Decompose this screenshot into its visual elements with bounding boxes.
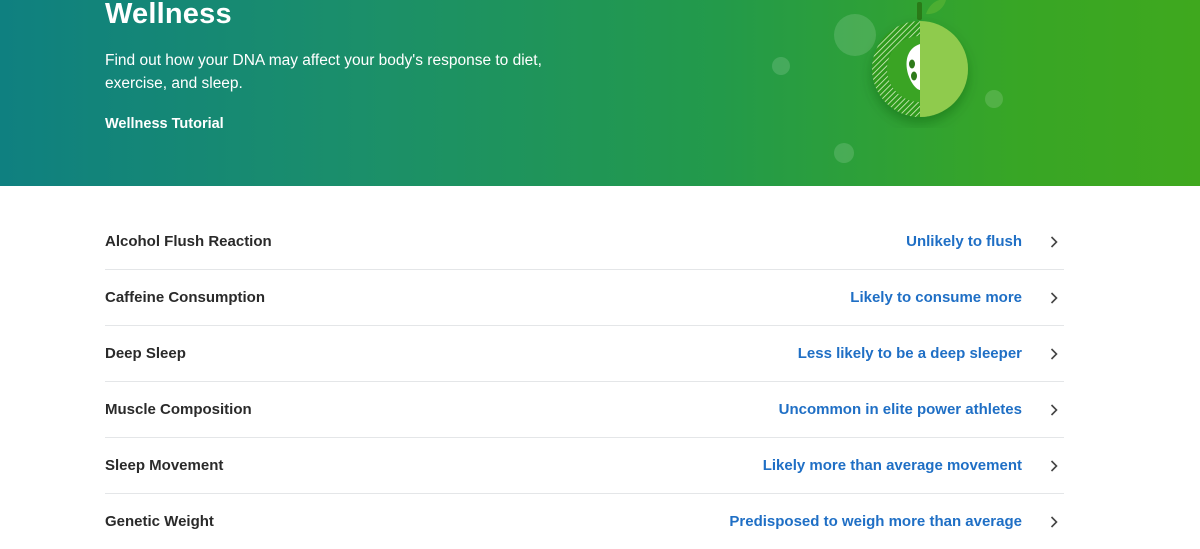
report-label: Deep Sleep <box>105 345 186 362</box>
report-result[interactable]: Likely to consume more <box>850 289 1022 306</box>
report-label: Alcohol Flush Reaction <box>105 233 272 250</box>
report-row-alcohol-flush[interactable]: Alcohol Flush Reaction Unlikely to flush <box>105 214 1064 270</box>
hero-banner: Wellness Find out how your DNA may affec… <box>0 0 1200 186</box>
report-row-muscle-composition[interactable]: Muscle Composition Uncommon in elite pow… <box>105 382 1064 438</box>
report-result[interactable]: Uncommon in elite power athletes <box>779 401 1022 418</box>
report-result[interactable]: Likely more than average movement <box>763 457 1022 474</box>
report-label: Caffeine Consumption <box>105 289 265 306</box>
wellness-tutorial-link[interactable]: Wellness Tutorial <box>105 116 224 132</box>
report-row-sleep-movement[interactable]: Sleep Movement Likely more than average … <box>105 438 1064 494</box>
chevron-right-icon <box>1050 291 1058 304</box>
report-label: Genetic Weight <box>105 513 214 530</box>
chevron-right-icon <box>1050 515 1058 528</box>
page-description: Find out how your DNA may affect your bo… <box>105 52 542 92</box>
report-result[interactable]: Predisposed to weigh more than average <box>729 513 1022 530</box>
wellness-report-list: Alcohol Flush Reaction Unlikely to flush… <box>105 214 1064 549</box>
report-label: Sleep Movement <box>105 457 224 474</box>
decorative-bubble <box>834 143 854 163</box>
chevron-right-icon <box>1050 459 1058 472</box>
apple-icon <box>872 0 968 117</box>
decorative-bubble <box>772 57 790 75</box>
chevron-right-icon <box>1050 347 1058 360</box>
decorative-bubble <box>985 90 1003 108</box>
report-result[interactable]: Less likely to be a deep sleeper <box>798 345 1022 362</box>
report-label: Muscle Composition <box>105 401 252 418</box>
chevron-right-icon <box>1050 403 1058 416</box>
report-row-deep-sleep[interactable]: Deep Sleep Less likely to be a deep slee… <box>105 326 1064 382</box>
page-title: Wellness <box>105 0 232 30</box>
report-result[interactable]: Unlikely to flush <box>906 233 1022 250</box>
chevron-right-icon <box>1050 235 1058 248</box>
report-row-caffeine[interactable]: Caffeine Consumption Likely to consume m… <box>105 270 1064 326</box>
report-row-genetic-weight[interactable]: Genetic Weight Predisposed to weigh more… <box>105 494 1064 549</box>
